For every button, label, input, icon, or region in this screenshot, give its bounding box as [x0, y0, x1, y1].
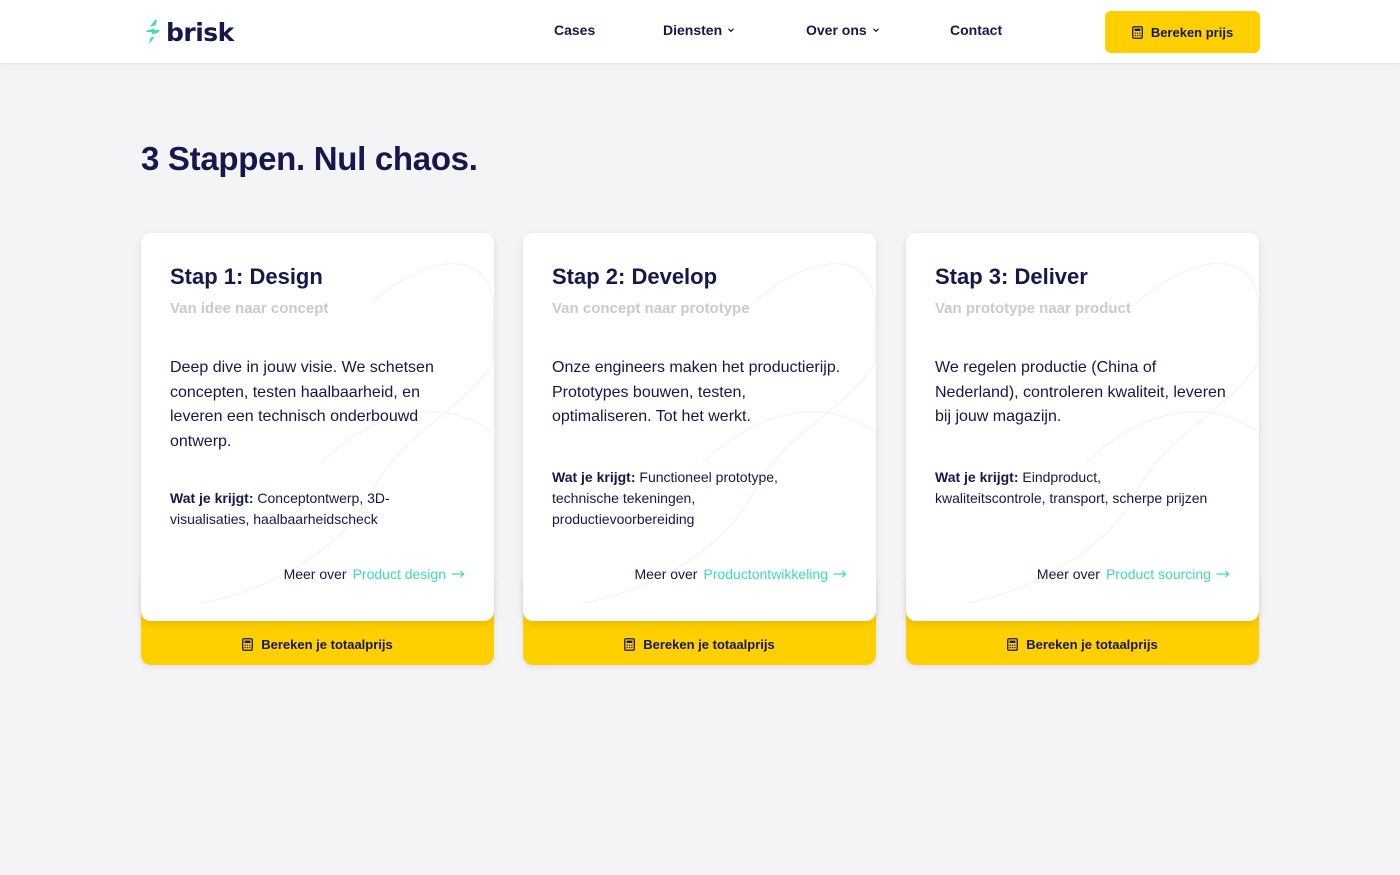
- calculate-price-button[interactable]: Bereken prijs: [1105, 11, 1260, 53]
- more-link-label: Product sourcing: [1105, 566, 1211, 582]
- card-title: Stap 3: Deliver: [935, 264, 1088, 289]
- brand-name: brisk: [166, 17, 234, 47]
- deliverables-label: Wat je krijgt:: [170, 490, 254, 506]
- arrow-right-icon: [451, 570, 465, 578]
- more-link-productontwikkeling[interactable]: Productontwikkeling: [703, 566, 847, 582]
- card-deliverables: Wat je krijgt: Conceptontwerp, 3D-visual…: [170, 488, 450, 530]
- card-title: Stap 2: Develop: [552, 264, 718, 289]
- card-calculate-label: Bereken je totaalprijs: [1026, 636, 1158, 652]
- card-subtitle: Van prototype naar product: [935, 300, 1131, 317]
- card-deliverables: Wat je krijgt: Eindproduct, kwaliteitsco…: [935, 467, 1215, 509]
- step-card-deliver: Bereken je totaalprijs Stap 3: Deliver V…: [906, 233, 1259, 665]
- chevron-down-icon: [872, 28, 879, 33]
- section-title: 3 Stappen. Nul chaos.: [141, 140, 478, 177]
- deliverables-label: Wat je krijgt:: [935, 469, 1019, 485]
- calculator-icon: [242, 637, 254, 651]
- nav-item-over-ons[interactable]: Over ons: [806, 22, 880, 38]
- nav-item-diensten[interactable]: Diensten: [663, 22, 735, 38]
- site-header: brisk Cases Diensten Over ons Contact Be…: [0, 0, 1400, 64]
- more-link-product-design[interactable]: Product design: [353, 566, 465, 582]
- card-subtitle: Van concept naar prototype: [552, 300, 750, 317]
- nav-item-contact[interactable]: Contact: [950, 22, 1002, 38]
- calculator-icon: [1007, 637, 1019, 651]
- nav-item-label: Cases: [554, 22, 596, 38]
- card-deliverables: Wat je krijgt: Functioneel prototype, te…: [552, 467, 832, 530]
- card-description: Deep dive in jouw visie. We schetsen con…: [170, 359, 434, 450]
- card-description: We regelen productie (China of Nederland…: [935, 359, 1226, 425]
- arrow-right-icon: [1216, 570, 1230, 578]
- chevron-down-icon: [728, 28, 735, 33]
- brisk-logo-icon: [145, 20, 161, 44]
- nav-item-label: Over ons: [806, 22, 867, 38]
- card-calculate-label: Bereken je totaalprijs: [643, 636, 775, 652]
- more-prefix: Meer over: [283, 566, 347, 582]
- card-subtitle: Van idee naar concept: [170, 300, 329, 317]
- more-link-label: Productontwikkeling: [703, 566, 828, 582]
- deliverables-label: Wat je krijgt:: [552, 469, 636, 485]
- card-title: Stap 1: Design: [170, 264, 323, 289]
- card-calculate-label: Bereken je totaalprijs: [261, 636, 393, 652]
- card-description: Onze engineers maken het productierijp. …: [552, 359, 841, 425]
- more-link-product-sourcing[interactable]: Product sourcing: [1106, 566, 1230, 582]
- card-more: Meer over Product sourcing: [1037, 566, 1230, 582]
- card-more: Meer over Product design: [284, 566, 465, 582]
- card-body: Stap 3: Deliver Van prototype naar produ…: [906, 233, 1259, 621]
- arrow-right-icon: [833, 570, 847, 578]
- brand-logo[interactable]: brisk: [143, 17, 234, 47]
- card-body: Stap 1: Design Van idee naar concept Dee…: [141, 233, 494, 621]
- calculator-icon: [624, 637, 636, 651]
- nav-item-cases[interactable]: Cases: [554, 22, 595, 38]
- calculate-price-label: Bereken prijs: [1150, 24, 1234, 40]
- nav-item-label: Diensten: [663, 22, 723, 38]
- more-prefix: Meer over: [1036, 566, 1100, 582]
- nav-item-label: Contact: [950, 22, 1003, 38]
- calculator-icon: [1131, 25, 1143, 39]
- step-card-develop: Bereken je totaalprijs Stap 2: Develop V…: [523, 233, 876, 665]
- more-prefix: Meer over: [634, 566, 698, 582]
- card-body: Stap 2: Develop Van concept naar prototy…: [523, 233, 876, 621]
- step-card-design: Bereken je totaalprijs Stap 1: Design Va…: [141, 233, 494, 665]
- more-link-label: Product design: [352, 566, 446, 582]
- card-more: Meer over Productontwikkeling: [634, 566, 847, 582]
